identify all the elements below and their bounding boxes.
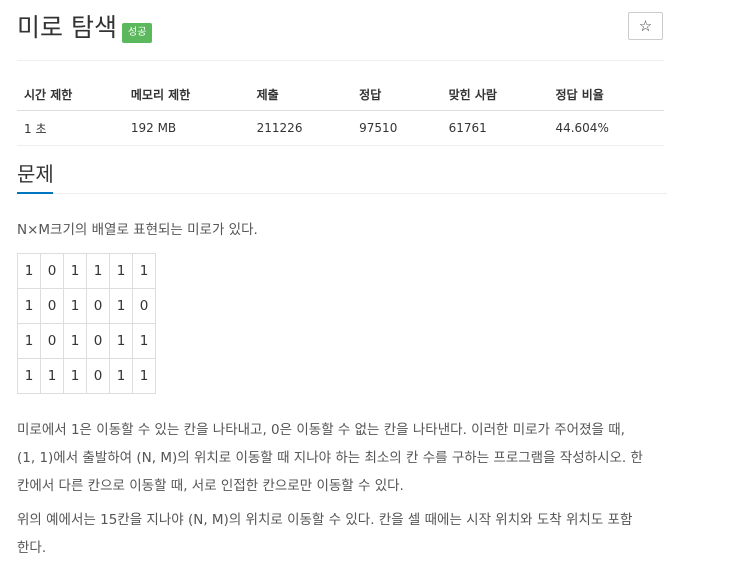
value-memory-limit: 192 MB	[123, 110, 250, 146]
maze-cell: 1	[109, 358, 133, 394]
paragraph-2-line-2: 한다.	[17, 540, 47, 556]
description-paragraph-1: 미로에서 1은 이동할 수 있는 칸을 나타내고, 0은 이동할 수 없는 칸을…	[17, 416, 667, 500]
maze-cell: 1	[63, 288, 87, 324]
maze-cell: 1	[17, 288, 41, 324]
section-title-underline	[17, 192, 53, 194]
value-submissions: 211226	[249, 110, 353, 146]
header-submissions: 제출	[249, 78, 353, 111]
maze-cell: 1	[17, 358, 41, 394]
header-solved-users: 맞힌 사람	[441, 78, 549, 111]
section-title: 문제	[17, 162, 54, 186]
header-accepted: 정답	[352, 78, 442, 111]
description-paragraph-2: 위의 예에서는 15칸을 지나야 (N, M)의 위치로 이동할 수 있다. 칸…	[17, 506, 667, 562]
maze-cell: 1	[132, 323, 156, 359]
maze-cell: 1	[17, 253, 41, 289]
maze-row: 1 0 1 0 1 1	[17, 323, 156, 359]
maze-example-table: 1 0 1 1 1 1 1 0 1 0 1 0 1 0 1 0 1 1 1 1 …	[17, 253, 156, 394]
maze-cell: 1	[109, 253, 133, 289]
maze-row: 1 1 1 0 1 1	[17, 358, 156, 394]
paragraph-2-line-1: 위의 예에서는 15칸을 지나야 (N, M)의 위치로 이동할 수 있다. 칸…	[17, 512, 633, 528]
info-header-row: 시간 제한 메모리 제한 제출 정답 맞힌 사람 정답 비율	[17, 78, 664, 111]
status-badge: 성공	[122, 23, 153, 43]
maze-cell: 1	[109, 323, 133, 359]
problem-title: 미로 탐색	[17, 13, 117, 42]
maze-cell: 1	[63, 358, 87, 394]
star-icon: ☆	[638, 18, 653, 35]
paragraph-1-line-2: (1, 1)에서 출발하여 (N, M)의 위치로 이동할 때 지나야 하는 최…	[17, 450, 643, 466]
maze-cell: 0	[40, 323, 64, 359]
value-accepted: 97510	[352, 110, 442, 146]
description-intro: N×M크기의 배열로 표현되는 미로가 있다.	[17, 222, 258, 238]
favorite-button[interactable]: ☆	[628, 12, 663, 40]
maze-cell: 1	[86, 253, 110, 289]
maze-cell: 0	[132, 288, 156, 324]
value-accept-ratio: 44.604%	[548, 110, 664, 146]
maze-row: 1 0 1 1 1 1	[17, 253, 156, 289]
header-memory-limit: 메모리 제한	[123, 78, 250, 111]
header-time-limit: 시간 제한	[17, 78, 124, 111]
maze-cell: 1	[109, 288, 133, 324]
value-time-limit: 1 초	[17, 110, 124, 146]
maze-cell: 0	[40, 253, 64, 289]
section-divider	[53, 193, 667, 194]
maze-cell: 1	[63, 323, 87, 359]
maze-cell: 0	[40, 288, 64, 324]
maze-cell: 0	[86, 323, 110, 359]
paragraph-1-line-1: 미로에서 1은 이동할 수 있는 칸을 나타내고, 0은 이동할 수 없는 칸을…	[17, 422, 625, 438]
header-accept-ratio: 정답 비율	[548, 78, 664, 111]
header-divider	[17, 60, 664, 61]
maze-cell: 1	[132, 253, 156, 289]
maze-cell: 0	[86, 288, 110, 324]
maze-cell: 1	[63, 253, 87, 289]
maze-row: 1 0 1 0 1 0	[17, 288, 156, 324]
maze-cell: 0	[86, 358, 110, 394]
info-value-row: 1 초 192 MB 211226 97510 61761 44.604%	[17, 110, 664, 146]
problem-info-table: 시간 제한 메모리 제한 제출 정답 맞힌 사람 정답 비율 1 초 192 M…	[17, 78, 664, 146]
maze-cell: 1	[132, 358, 156, 394]
paragraph-1-line-3: 칸에서 다른 칸으로 이동할 때, 서로 인접한 칸으로만 이동할 수 있다.	[17, 478, 404, 494]
maze-cell: 1	[40, 358, 64, 394]
maze-cell: 1	[17, 323, 41, 359]
value-solved-users: 61761	[441, 110, 549, 146]
